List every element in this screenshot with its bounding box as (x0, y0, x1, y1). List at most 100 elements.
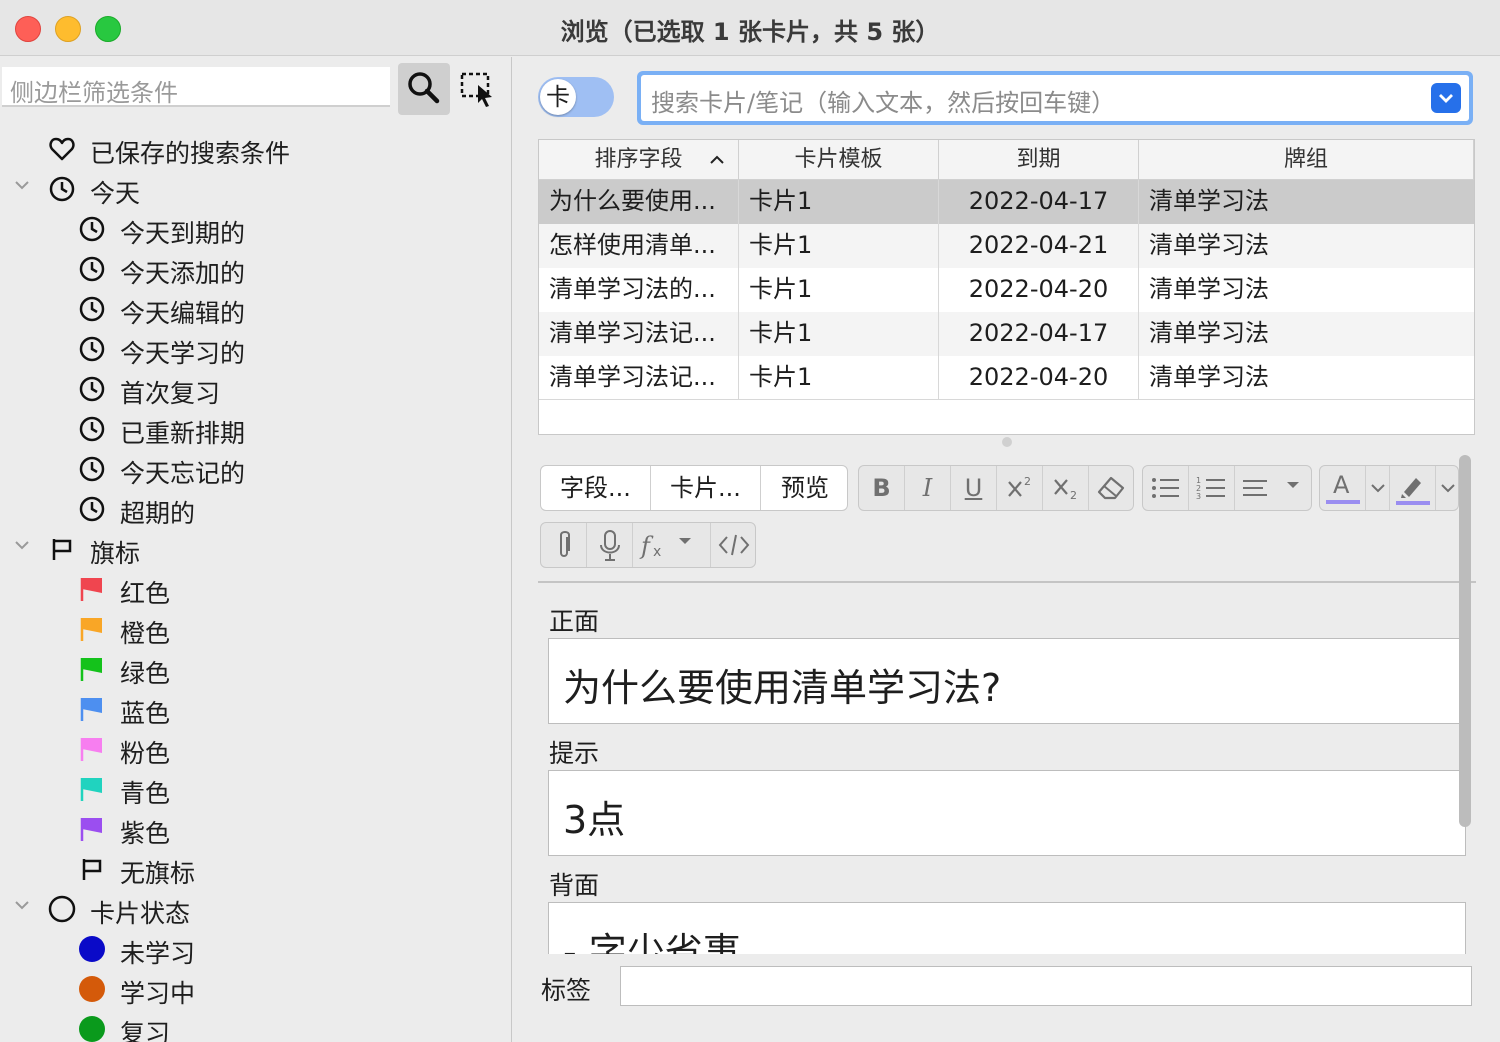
field-editor-hint[interactable]: 3点 (548, 770, 1466, 856)
italic-button[interactable]: I (905, 466, 951, 510)
alignment-dropdown[interactable] (1235, 466, 1311, 510)
table-row[interactable]: 清单学习法的... 卡片1 2022-04-20 清单学习法 (539, 268, 1474, 312)
search-placeholder: 搜索卡片/笔记（输入文本，然后按回车键） (651, 89, 1116, 117)
preview-button[interactable]: 预览 (761, 466, 847, 510)
table-row[interactable]: 清单学习法记... 卡片1 2022-04-17 清单学习法 (539, 312, 1474, 356)
subscript-button[interactable]: 2 (1043, 466, 1089, 510)
sidebar-filter-input[interactable]: 侧边栏筛选条件 (2, 67, 390, 107)
record-audio-button[interactable] (587, 523, 633, 567)
highlight-dropdown[interactable] (1436, 466, 1458, 510)
green-dot-icon (79, 1016, 105, 1042)
sidebar-item-saved-searches[interactable]: 已保存的搜索条件 (0, 129, 500, 169)
sidebar-item-flags[interactable]: 旗标 (0, 529, 500, 569)
cards-notes-toggle[interactable]: 卡 (538, 77, 614, 117)
tags-input[interactable] (620, 966, 1472, 1006)
field-label-hint: 提示 (549, 739, 600, 768)
microphone-icon (600, 530, 620, 561)
column-due[interactable]: 到期 (939, 140, 1139, 180)
cell-due: 2022-04-21 (939, 224, 1139, 268)
sidebar-item-no-flag[interactable]: 无旗标 (0, 849, 500, 889)
sidebar-item-label: 今天 (90, 179, 141, 208)
sidebar-item-forgotten-today[interactable]: 今天忘记的 (0, 449, 500, 489)
sidebar-item-rescheduled[interactable]: 已重新排期 (0, 409, 500, 449)
sidebar-item-flag-green[interactable]: 绿色 (0, 649, 500, 689)
cell-due: 2022-04-17 (939, 312, 1139, 356)
sidebar-item-flag-purple[interactable]: 紫色 (0, 809, 500, 849)
sidebar-item-first-review[interactable]: 首次复习 (0, 369, 500, 409)
splitter-handle[interactable] (1002, 437, 1012, 447)
clear-format-button[interactable] (1089, 466, 1133, 510)
search-history-dropdown[interactable] (1431, 83, 1461, 113)
sidebar-item-label: 未学习 (120, 939, 196, 968)
insert-group: fx (540, 522, 756, 568)
column-sort-field[interactable]: 排序字段 (539, 140, 739, 180)
sidebar-item-overdue[interactable]: 超期的 (0, 489, 500, 529)
code-icon (718, 534, 750, 556)
column-card-template[interactable]: 卡片模板 (739, 140, 939, 180)
card-actions-group: 字段... 卡片... 预览 (540, 465, 848, 511)
numbered-list-button[interactable]: 123 (1189, 466, 1235, 510)
blue-dot-icon (79, 936, 105, 962)
table-row[interactable]: 清单学习法记... 卡片1 2022-04-20 清单学习法 (539, 356, 1474, 400)
align-icon (1243, 480, 1299, 496)
sidebar-item-studied-today[interactable]: 今天学习的 (0, 329, 500, 369)
sidebar-item-label: 粉色 (120, 739, 171, 768)
green-flag-icon (80, 658, 102, 681)
sidebar-item-state-learning[interactable]: 学习中 (0, 969, 500, 1009)
sidebar-item-flag-orange[interactable]: 橙色 (0, 609, 500, 649)
font-color-button[interactable]: A (1320, 466, 1366, 510)
main-panel: 卡 搜索卡片/笔记（输入文本，然后按回车键） 排序字段 卡片模板 到期 牌组 为… (513, 57, 1500, 1042)
sidebar-item-label: 青色 (120, 779, 171, 808)
cell-deck: 清单学习法 (1149, 231, 1269, 259)
sidebar-item-due-today[interactable]: 今天到期的 (0, 209, 500, 249)
chevron-down-icon[interactable] (12, 535, 32, 555)
table-row-selected[interactable]: 为什么要使用... 卡片1 2022-04-17 清单学习法 (539, 180, 1474, 224)
sidebar-item-flag-cyan[interactable]: 青色 (0, 769, 500, 809)
editor-scrollbar[interactable] (1459, 455, 1471, 827)
sidebar-item-card-state[interactable]: 卡片状态 (0, 889, 500, 929)
font-color-dropdown[interactable] (1366, 466, 1390, 510)
html-editor-button[interactable] (711, 523, 755, 567)
sidebar-item-label: 今天忘记的 (120, 459, 246, 488)
sidebar-item-flag-pink[interactable]: 粉色 (0, 729, 500, 769)
field-editor-back[interactable]: - 字少省事 (548, 902, 1466, 954)
sidebar-item-state-review[interactable]: 复习 (0, 1009, 500, 1042)
bold-button[interactable]: B (859, 466, 905, 510)
bullet-list-button[interactable] (1143, 466, 1189, 510)
window-title: 浏览（已选取 1 张卡片，共 5 张） (560, 18, 940, 46)
cell-due: 2022-04-20 (939, 268, 1139, 312)
fields-button[interactable]: 字段... (541, 466, 651, 510)
table-row[interactable]: 怎样使用清单... 卡片1 2022-04-21 清单学习法 (539, 224, 1474, 268)
eraser-icon (1097, 476, 1125, 500)
tags-label: 标签 (541, 976, 592, 1005)
cards-button[interactable]: 卡片... (651, 466, 761, 510)
chevron-down-icon[interactable] (12, 175, 32, 195)
sidebar-item-today[interactable]: 今天 (0, 169, 500, 209)
underline-button[interactable]: U (951, 466, 997, 510)
sidebar-item-flag-red[interactable]: 红色 (0, 569, 500, 609)
sidebar-item-state-new[interactable]: 未学习 (0, 929, 500, 969)
sidebar-item-flag-blue[interactable]: 蓝色 (0, 689, 500, 729)
card-search-input[interactable]: 搜索卡片/笔记（输入文本，然后按回车键） (641, 75, 1469, 121)
sidebar-search-button[interactable] (398, 63, 450, 115)
attach-file-button[interactable] (541, 523, 587, 567)
sidebar-item-edited-today[interactable]: 今天编辑的 (0, 289, 500, 329)
sidebar-item-added-today[interactable]: 今天添加的 (0, 249, 500, 289)
column-deck[interactable]: 牌组 (1139, 140, 1474, 180)
field-editor-front[interactable]: 为什么要使用清单学习法? (548, 638, 1466, 724)
equation-dropdown[interactable]: fx (633, 523, 711, 567)
sidebar-item-label: 超期的 (120, 499, 196, 528)
select-tool-button[interactable] (458, 69, 498, 109)
field-label-back: 背面 (549, 871, 600, 900)
cell-sort-field: 为什么要使用... (539, 180, 739, 224)
chevron-down-icon[interactable] (12, 895, 32, 915)
column-label: 牌组 (1283, 147, 1328, 172)
clock-icon (79, 336, 105, 362)
sidebar-item-label: 首次复习 (120, 379, 221, 408)
highlight-button[interactable] (1390, 466, 1436, 510)
sidebar-item-label: 紫色 (120, 819, 171, 848)
cell-sort-field: 清单学习法记... (539, 312, 739, 356)
sidebar-item-label: 红色 (120, 579, 171, 608)
superscript-button[interactable]: 2 (997, 466, 1043, 510)
subscript-icon: 2 (1054, 479, 1077, 502)
